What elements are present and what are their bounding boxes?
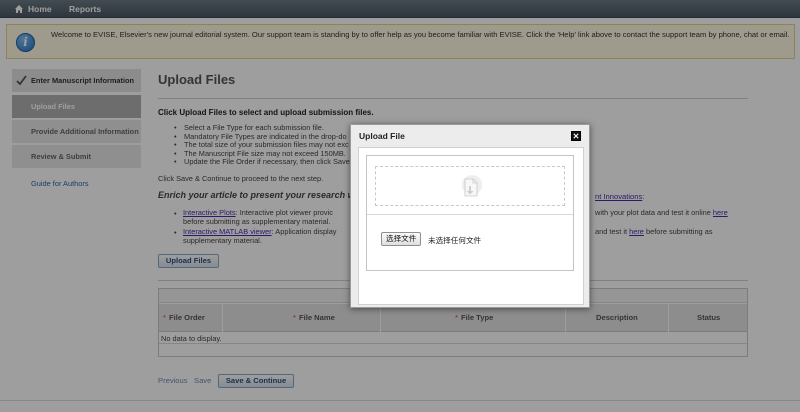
upload-panel: 选择文件 未选择任何文件: [366, 155, 574, 271]
dialog-body: 选择文件 未选择任何文件: [358, 147, 584, 305]
dialog-title: Upload File: [359, 131, 405, 141]
choose-file-button[interactable]: 选择文件: [381, 232, 422, 246]
upload-file-dialog: Upload File 选择文件 未选择任何文件: [350, 124, 590, 308]
no-file-chosen-text: 未选择任何文件: [428, 236, 482, 245]
page: Home Reports i Welcome to EVISE, Elsevie…: [0, 0, 800, 412]
close-icon[interactable]: [571, 131, 581, 141]
upload-divider: [367, 214, 573, 215]
file-drop-zone[interactable]: [375, 166, 565, 206]
upload-icon: [462, 175, 482, 197]
